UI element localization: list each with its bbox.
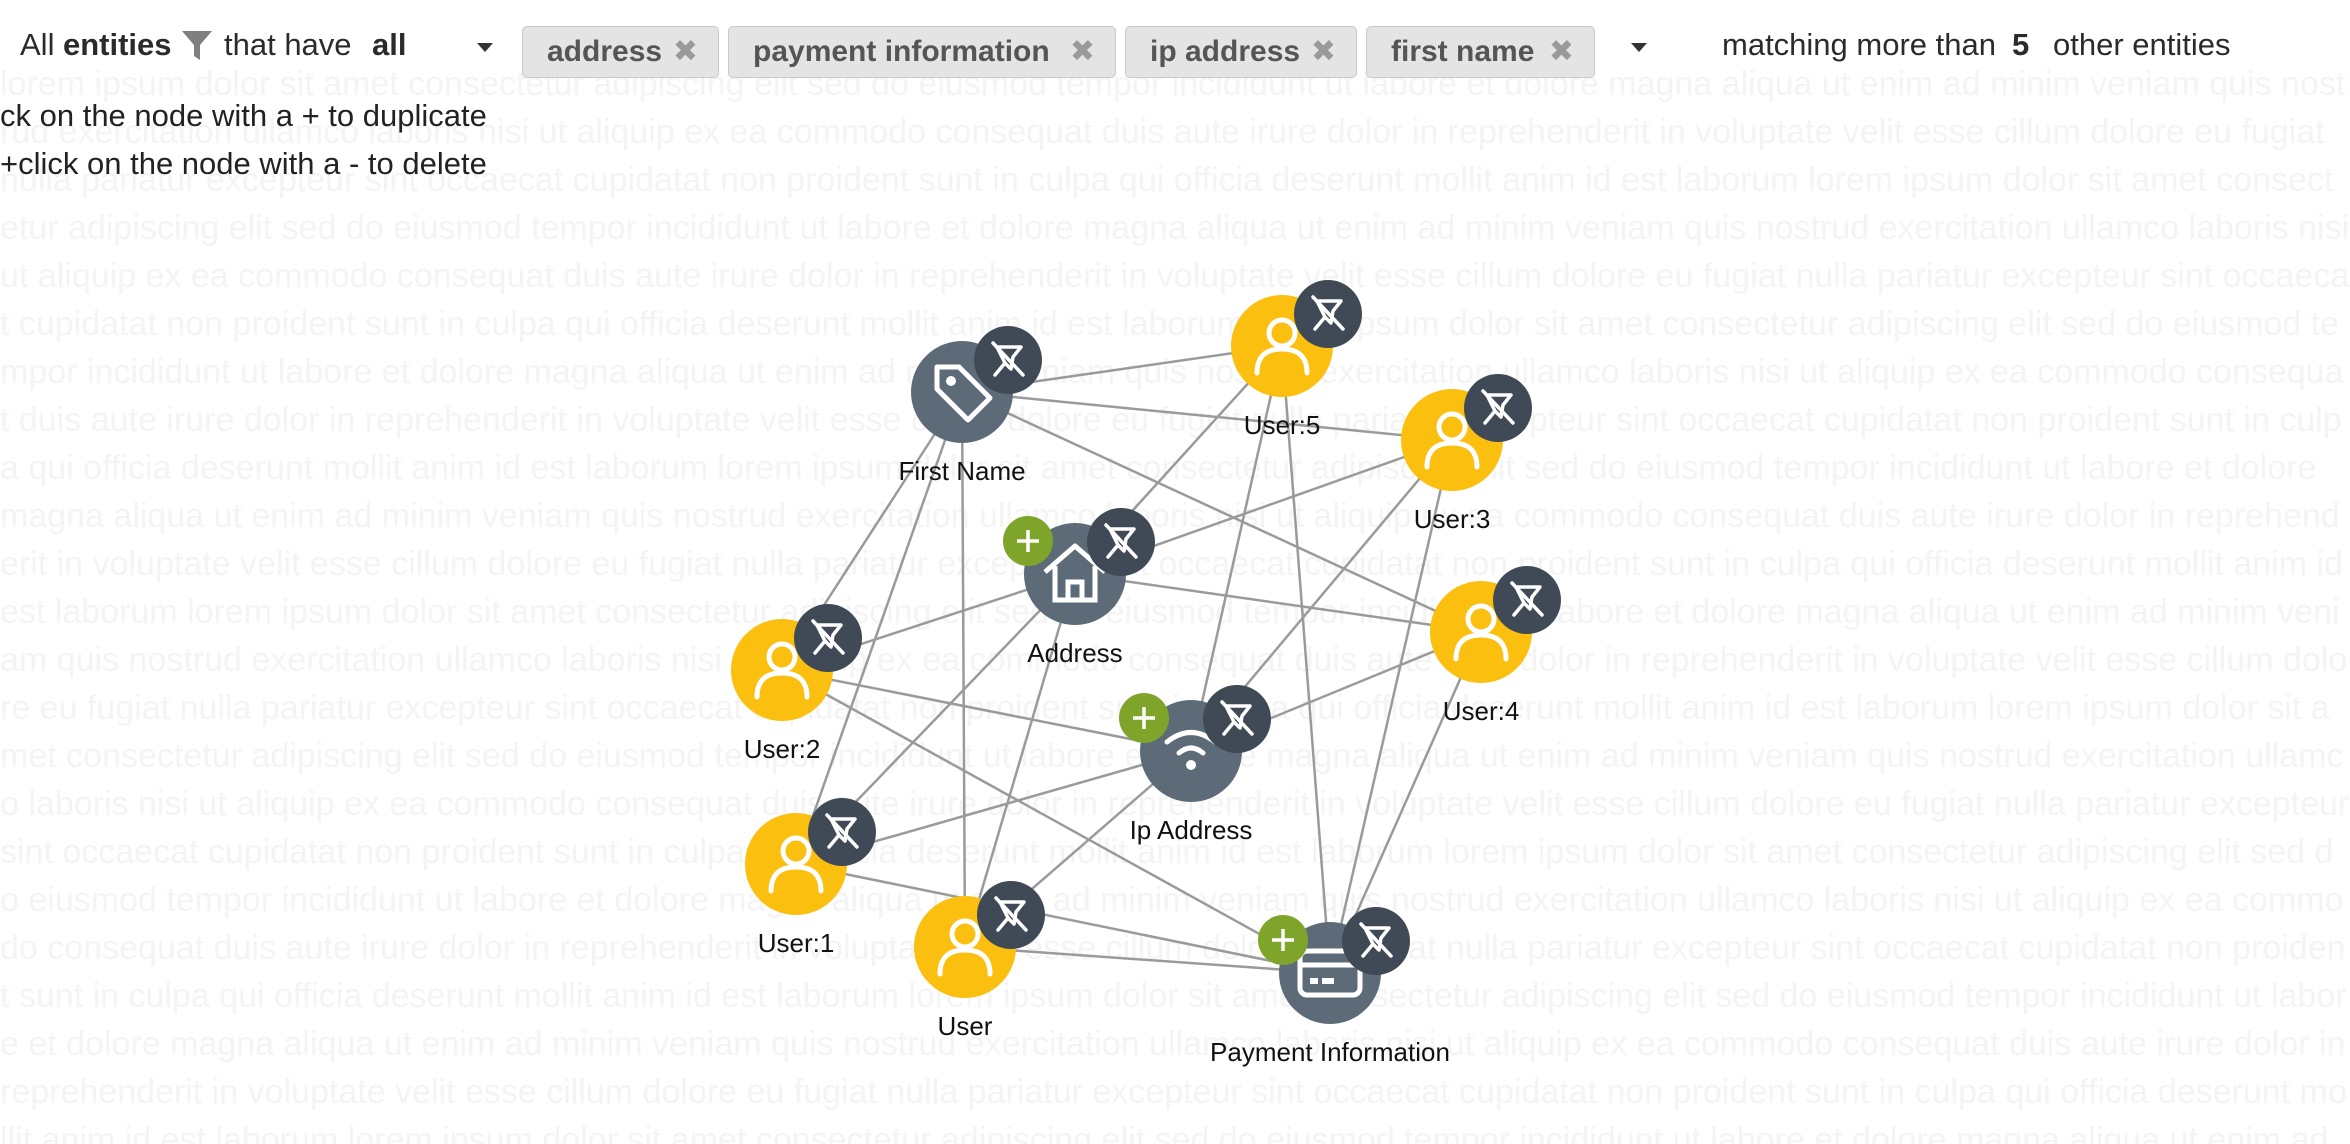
graph-node-address[interactable]: Address bbox=[1003, 508, 1155, 668]
node-label: Payment Information bbox=[1210, 1037, 1450, 1067]
node-label: User bbox=[938, 1011, 993, 1041]
unpin-icon[interactable] bbox=[974, 326, 1042, 394]
duplicate-plus-icon[interactable] bbox=[1258, 915, 1308, 965]
duplicate-plus-icon[interactable] bbox=[1003, 516, 1053, 566]
node-label: Ip Address bbox=[1130, 815, 1253, 845]
graph-node-user1[interactable]: User:1 bbox=[745, 798, 876, 958]
node-label: User:3 bbox=[1414, 504, 1491, 534]
graph-node-user2[interactable]: User:2 bbox=[731, 604, 862, 764]
graph-edge bbox=[795, 862, 1331, 975]
node-label: Address bbox=[1027, 638, 1122, 668]
node-label: User:4 bbox=[1443, 696, 1520, 726]
unpin-icon[interactable] bbox=[808, 798, 876, 866]
graph-node-user[interactable]: User bbox=[914, 881, 1045, 1041]
unpin-icon[interactable] bbox=[1464, 374, 1532, 442]
unpin-icon[interactable] bbox=[1342, 907, 1410, 975]
graph-edge bbox=[961, 390, 1453, 442]
node-label: User:5 bbox=[1244, 410, 1321, 440]
graph-node-payment-information[interactable]: Payment Information bbox=[1210, 907, 1450, 1067]
unpin-icon[interactable] bbox=[1203, 685, 1271, 753]
node-label: User:1 bbox=[758, 928, 835, 958]
graph-node-user4[interactable]: User:4 bbox=[1430, 566, 1561, 726]
unpin-icon[interactable] bbox=[977, 881, 1045, 949]
unpin-icon[interactable] bbox=[1294, 280, 1362, 348]
node-label: First Name bbox=[898, 456, 1025, 486]
graph-node-first-name[interactable]: First Name bbox=[898, 326, 1042, 486]
node-label: User:2 bbox=[744, 734, 821, 764]
entity-graph: First Name Address Ip Address Payment Infor… bbox=[731, 280, 1561, 1067]
graph-node-user5[interactable]: User:5 bbox=[1231, 280, 1362, 440]
graph-edge bbox=[1280, 345, 1332, 974]
unpin-icon[interactable] bbox=[794, 604, 862, 672]
duplicate-plus-icon[interactable] bbox=[1119, 693, 1169, 743]
graph-node-user3[interactable]: User:3 bbox=[1401, 374, 1532, 534]
unpin-icon[interactable] bbox=[1493, 566, 1561, 634]
unpin-icon[interactable] bbox=[1087, 508, 1155, 576]
